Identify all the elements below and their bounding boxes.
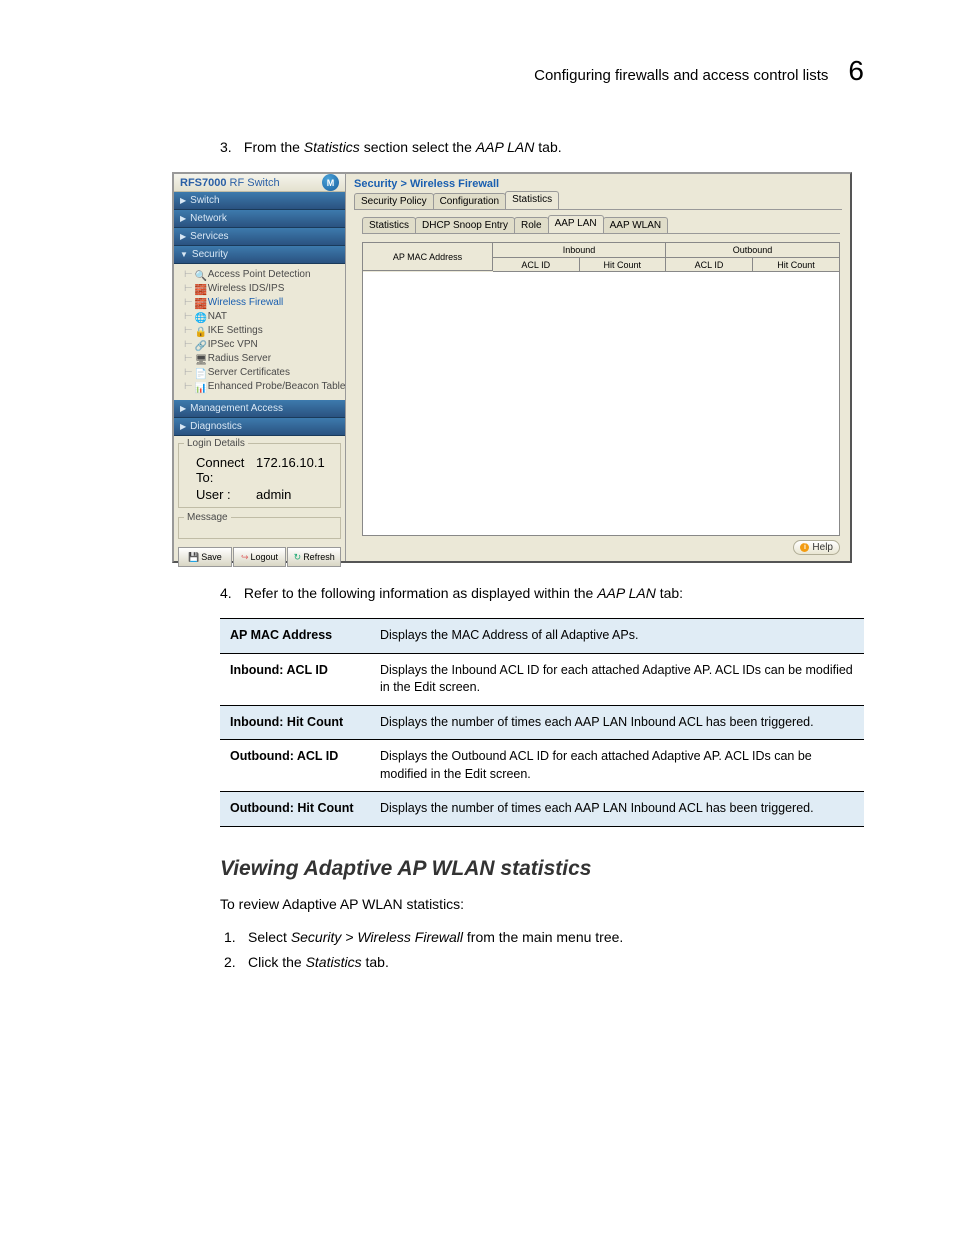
screenshot: RFS7000 RF Switch M ▶Switch ▶Network ▶Se… xyxy=(172,172,852,563)
refresh-button[interactable]: ↻Refresh xyxy=(287,547,341,567)
tree-ike[interactable]: ⊢🔒IKE Settings xyxy=(184,324,343,338)
info-table: AP MAC AddressDisplays the MAC Address o… xyxy=(220,618,864,827)
subtab-aap-wlan[interactable]: AAP WLAN xyxy=(603,217,669,233)
message-box: Message xyxy=(178,512,341,539)
table-body xyxy=(363,272,839,535)
nav-security[interactable]: ▼Security xyxy=(174,246,345,264)
nav-tree: ⊢🔍Access Point Detection ⊢🧱Wireless IDS/… xyxy=(174,264,345,400)
tree-ipsec[interactable]: ⊢🔗IPSec VPN xyxy=(184,338,343,352)
lock-icon: 🔒 xyxy=(195,326,205,336)
subtab-dhcp[interactable]: DHCP Snoop Entry xyxy=(415,217,515,233)
help-icon: i xyxy=(800,543,809,552)
certificate-icon: 📄 xyxy=(195,368,205,378)
user-value: admin xyxy=(256,487,291,502)
row-in-acl-k: Inbound: ACL ID xyxy=(220,653,370,705)
nav-switch[interactable]: ▶Switch xyxy=(174,192,345,210)
row-in-hit-k: Inbound: Hit Count xyxy=(220,705,370,740)
row-ap-mac-v: Displays the MAC Address of all Adaptive… xyxy=(370,619,864,654)
inner-tabs: Statistics DHCP Snoop Entry Role AAP LAN… xyxy=(362,216,840,234)
tree-wireless-ids[interactable]: ⊢🧱Wireless IDS/IPS xyxy=(184,282,343,296)
intro-para: To review Adaptive AP WLAN statistics: xyxy=(220,893,864,915)
th-inbound-acl[interactable]: ACL ID xyxy=(493,258,580,272)
row-out-acl-k: Outbound: ACL ID xyxy=(220,740,370,792)
nav-diagnostics[interactable]: ▶Diagnostics xyxy=(174,418,345,436)
nat-icon: 🌐 xyxy=(195,312,205,322)
brand-logo-icon: M xyxy=(322,174,339,191)
section-heading: Viewing Adaptive AP WLAN statistics xyxy=(220,857,864,881)
outer-tabs: Security Policy Configuration Statistics xyxy=(354,192,842,210)
step-3: 3. From the Statistics section select th… xyxy=(220,137,864,158)
sidebar: RFS7000 RF Switch M ▶Switch ▶Network ▶Se… xyxy=(174,174,346,561)
step-4: 4. Refer to the following information as… xyxy=(220,583,864,604)
nav-network[interactable]: ▶Network xyxy=(174,210,345,228)
list-item-1: 1.Select Security > Wireless Firewall fr… xyxy=(220,925,864,950)
th-outbound-acl[interactable]: ACL ID xyxy=(666,258,753,272)
th-inbound-hit[interactable]: Hit Count xyxy=(580,258,667,272)
connect-to-value: 172.16.10.1 xyxy=(256,455,325,485)
tab-configuration[interactable]: Configuration xyxy=(433,193,506,209)
row-out-acl-v: Displays the Outbound ACL ID for each at… xyxy=(370,740,864,792)
login-details: Login Details Connect To:172.16.10.1 Use… xyxy=(178,438,341,508)
row-out-hit-v: Displays the number of times each AAP LA… xyxy=(370,792,864,827)
subtab-aap-lan[interactable]: AAP LAN xyxy=(548,215,604,233)
subtab-role[interactable]: Role xyxy=(514,217,549,233)
brand-text: RFS7000 RF Switch xyxy=(180,177,280,189)
tab-statistics[interactable]: Statistics xyxy=(505,191,559,209)
tree-wireless-firewall[interactable]: ⊢🧱Wireless Firewall xyxy=(184,296,343,310)
detection-icon: 🔍 xyxy=(195,270,205,280)
logout-icon: ↪ xyxy=(241,552,249,563)
logout-button[interactable]: ↪Logout xyxy=(233,547,287,567)
th-ap-mac[interactable]: AP MAC Address xyxy=(363,243,493,271)
row-in-acl-v: Displays the Inbound ACL ID for each att… xyxy=(370,653,864,705)
tree-nat[interactable]: ⊢🌐NAT xyxy=(184,310,343,324)
firewall-icon: 🧱 xyxy=(195,298,205,308)
row-ap-mac-k: AP MAC Address xyxy=(220,619,370,654)
help-button[interactable]: iHelp xyxy=(793,540,840,555)
vpn-icon: 🔗 xyxy=(195,340,205,350)
tab-security-policy[interactable]: Security Policy xyxy=(354,193,434,209)
nav-management[interactable]: ▶Management Access xyxy=(174,400,345,418)
table-icon: 📊 xyxy=(195,382,205,392)
th-outbound: Outbound xyxy=(666,243,839,258)
tree-cert[interactable]: ⊢📄Server Certificates xyxy=(184,366,343,380)
stats-table: AP MAC Address Inbound ACL ID Hit Count … xyxy=(362,242,840,536)
tree-probe[interactable]: ⊢📊Enhanced Probe/Beacon Table xyxy=(184,380,343,394)
ids-icon: 🧱 xyxy=(195,284,205,294)
chapter-number: 6 xyxy=(848,55,864,87)
tree-radius[interactable]: ⊢🖥Radius Server xyxy=(184,352,343,366)
list-item-2: 2.Click the Statistics tab. xyxy=(220,950,864,975)
refresh-icon: ↻ xyxy=(294,552,302,563)
row-in-hit-v: Displays the number of times each AAP LA… xyxy=(370,705,864,740)
subtab-statistics[interactable]: Statistics xyxy=(362,217,416,233)
header-title: Configuring firewalls and access control… xyxy=(534,67,828,84)
brand-bar: RFS7000 RF Switch M xyxy=(174,174,345,192)
th-inbound: Inbound xyxy=(493,243,666,258)
server-icon: 🖥 xyxy=(195,354,205,364)
breadcrumb: Security > Wireless Firewall xyxy=(354,178,842,190)
nav-services[interactable]: ▶Services xyxy=(174,228,345,246)
save-icon: 💾 xyxy=(188,552,199,563)
row-out-hit-k: Outbound: Hit Count xyxy=(220,792,370,827)
th-outbound-hit[interactable]: Hit Count xyxy=(753,258,839,272)
tree-access-point-detection[interactable]: ⊢🔍Access Point Detection xyxy=(184,268,343,282)
page-header: Configuring firewalls and access control… xyxy=(90,55,864,87)
save-button[interactable]: 💾Save xyxy=(178,547,232,567)
